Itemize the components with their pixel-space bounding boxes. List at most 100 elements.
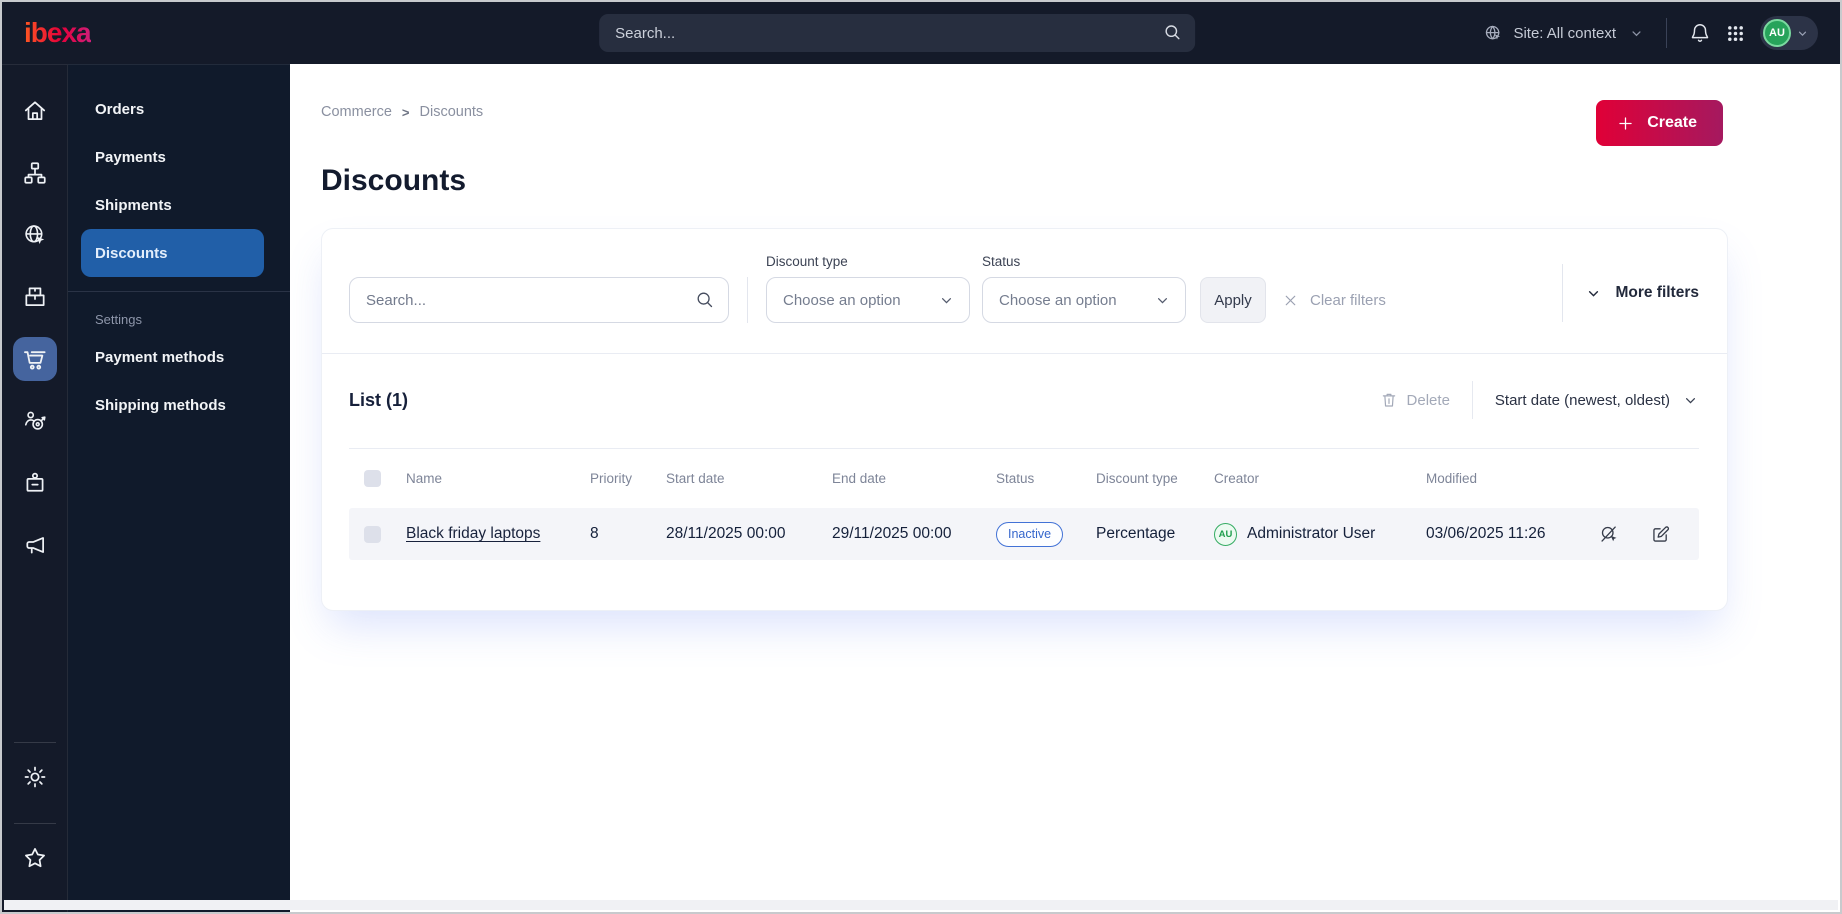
more-filters-label: More filters bbox=[1615, 284, 1699, 301]
home-icon[interactable] bbox=[13, 89, 57, 133]
commerce-menu-sidebar: Orders Payments Shipments Discounts Sett… bbox=[68, 64, 290, 912]
apps-grid-icon[interactable] bbox=[1725, 23, 1746, 44]
column-header-priority: Priority bbox=[590, 471, 633, 486]
search-icon[interactable] bbox=[1162, 22, 1182, 42]
discounts-table: Name Priority Start date End date Status… bbox=[349, 448, 1699, 560]
ibexa-logo[interactable]: ibexa bbox=[24, 19, 92, 47]
status-filter: Status Choose an option bbox=[982, 254, 1186, 323]
breadcrumb-discounts[interactable]: Discounts bbox=[420, 104, 484, 120]
settings-gear-icon[interactable] bbox=[13, 755, 57, 799]
products-boxes-icon[interactable] bbox=[13, 275, 57, 319]
chevron-down-icon bbox=[938, 292, 955, 309]
cell-modified: 03/06/2025 11:26 bbox=[1426, 525, 1546, 542]
sidebar-item-shipping-methods[interactable]: Shipping methods bbox=[68, 381, 290, 429]
top-bar: ibexa Site: All context bbox=[2, 2, 1840, 64]
column-header-creator: Creator bbox=[1214, 471, 1260, 486]
sort-selector[interactable]: Start date (newest, oldest) bbox=[1495, 392, 1699, 409]
breadcrumb-commerce[interactable]: Commerce bbox=[321, 104, 392, 120]
table-header: Name Priority Start date End date Status… bbox=[349, 448, 1699, 508]
column-header-status: Status bbox=[996, 471, 1035, 486]
site-structure-icon[interactable] bbox=[13, 151, 57, 195]
sidebar-item-orders[interactable]: Orders bbox=[68, 85, 290, 133]
sidebar-item-discounts[interactable]: Discounts bbox=[81, 229, 264, 277]
sidebar-section-settings: Settings bbox=[95, 312, 142, 327]
clear-filters-button[interactable]: Clear filters bbox=[1282, 277, 1386, 323]
discount-type-select[interactable]: Choose an option bbox=[766, 277, 970, 323]
user-menu[interactable]: AU bbox=[1760, 16, 1818, 50]
site-context-selector[interactable]: Site: All context bbox=[1483, 23, 1644, 44]
trash-icon bbox=[1380, 391, 1398, 409]
filter-divider bbox=[1562, 264, 1564, 322]
discount-name-link[interactable]: Black friday laptops bbox=[406, 525, 540, 542]
sidebar-item-payments[interactable]: Payments bbox=[68, 133, 290, 181]
apply-button[interactable]: Apply bbox=[1200, 277, 1266, 323]
create-button-label: Create bbox=[1647, 114, 1697, 131]
column-header-modified: Modified bbox=[1426, 471, 1478, 486]
page-title: Discounts bbox=[321, 164, 467, 197]
main-content: Commerce > Discounts Create Discounts Se… bbox=[290, 64, 1840, 912]
rail-divider bbox=[13, 742, 56, 743]
row-checkbox[interactable] bbox=[364, 525, 381, 543]
corporate-frame-icon[interactable] bbox=[13, 461, 57, 505]
list-search-input[interactable] bbox=[349, 277, 729, 323]
sidebar-item-payment-methods[interactable]: Payment methods bbox=[68, 333, 290, 381]
globe-cursor-icon bbox=[1483, 23, 1504, 44]
chevron-down-icon bbox=[1629, 26, 1644, 41]
status-select[interactable]: Choose an option bbox=[982, 277, 1186, 323]
creator-avatar: AU bbox=[1214, 522, 1237, 546]
table-row: Black friday laptops 8 28/11/2025 00:00 … bbox=[349, 508, 1699, 560]
status-label: Status bbox=[982, 254, 1021, 269]
chevron-down-icon bbox=[1796, 27, 1809, 40]
delete-button[interactable]: Delete bbox=[1380, 391, 1450, 409]
topbar-divider bbox=[1666, 18, 1667, 48]
list-search bbox=[349, 277, 729, 323]
bell-icon[interactable] bbox=[1689, 22, 1711, 44]
create-button[interactable]: Create bbox=[1596, 100, 1723, 146]
filter-divider bbox=[747, 277, 748, 323]
discounts-panel: Discount type Choose an option Status Ch… bbox=[321, 228, 1728, 611]
sidebar-item-shipments[interactable]: Shipments bbox=[68, 181, 290, 229]
deactivate-icon[interactable] bbox=[1599, 524, 1620, 545]
bookmarks-star-icon[interactable] bbox=[13, 836, 57, 880]
list-section: List (1) Delete Start date (newest, olde… bbox=[322, 354, 1727, 610]
discount-type-label: Discount type bbox=[766, 254, 848, 269]
discount-type-value: Choose an option bbox=[783, 291, 901, 309]
column-header-start-date: Start date bbox=[666, 471, 725, 486]
rail-divider bbox=[13, 823, 56, 824]
app-window: ibexa Site: All context bbox=[0, 0, 1842, 914]
cell-end-date: 29/11/2025 00:00 bbox=[832, 525, 952, 542]
customers-target-icon[interactable] bbox=[13, 399, 57, 443]
topbar-right-cluster: Site: All context AU bbox=[1483, 16, 1818, 50]
more-filters: More filters bbox=[1562, 263, 1699, 323]
breadcrumb-separator: > bbox=[401, 104, 410, 120]
avatar: AU bbox=[1763, 19, 1791, 47]
rail-bottom-group bbox=[13, 736, 57, 898]
column-header-discount-type: Discount type bbox=[1096, 471, 1178, 486]
cell-start-date: 28/11/2025 00:00 bbox=[666, 525, 786, 542]
list-title: List (1) bbox=[349, 389, 409, 410]
clear-filters-label: Clear filters bbox=[1310, 291, 1386, 309]
search-icon[interactable] bbox=[694, 289, 715, 310]
global-search-input[interactable] bbox=[599, 14, 1196, 52]
discount-type-filter: Discount type Choose an option bbox=[766, 254, 970, 323]
cell-creator: Administrator User bbox=[1247, 525, 1376, 542]
select-all-checkbox[interactable] bbox=[364, 470, 381, 487]
status-value: Choose an option bbox=[999, 291, 1117, 309]
edit-icon[interactable] bbox=[1650, 524, 1671, 545]
commerce-cart-icon[interactable] bbox=[12, 337, 57, 381]
plus-icon bbox=[1616, 114, 1635, 133]
cell-priority: 8 bbox=[590, 525, 599, 542]
sort-label: Start date (newest, oldest) bbox=[1494, 391, 1670, 409]
chevron-down-icon bbox=[1154, 292, 1171, 309]
list-head-divider bbox=[1471, 381, 1473, 419]
chevron-down-icon bbox=[1585, 285, 1602, 302]
more-filters-button[interactable]: More filters bbox=[1585, 284, 1699, 302]
column-header-end-date: End date bbox=[832, 471, 887, 486]
marketing-megaphone-icon[interactable] bbox=[13, 523, 57, 567]
filters-bar: Discount type Choose an option Status Ch… bbox=[322, 229, 1727, 354]
site-context-label: Site: All context bbox=[1513, 24, 1616, 42]
horizontal-scrollbar[interactable] bbox=[4, 900, 1838, 910]
website-globe-icon[interactable] bbox=[13, 213, 57, 257]
status-badge: Inactive bbox=[996, 521, 1064, 547]
delete-label: Delete bbox=[1406, 391, 1450, 409]
